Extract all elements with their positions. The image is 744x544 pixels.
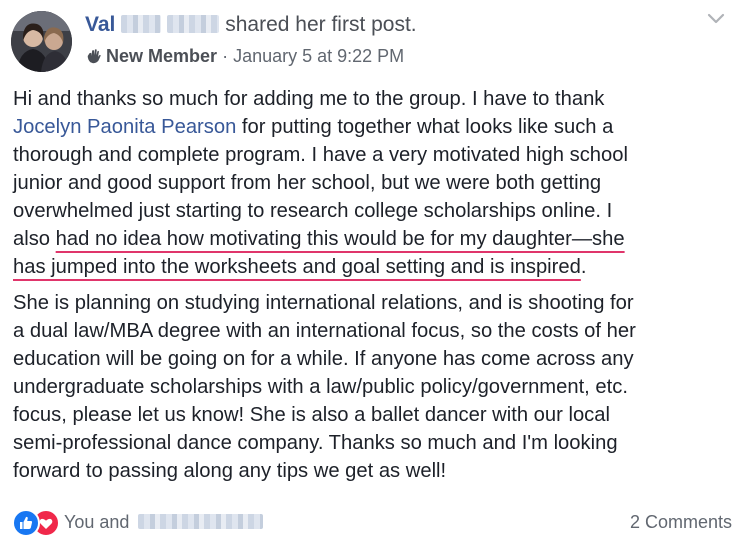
post-body: Hi and thanks so much for adding me to t…	[13, 85, 733, 485]
redacted-name-blur	[121, 15, 162, 33]
text-fragment: also	[13, 228, 56, 250]
post-timestamp[interactable]: January 5 at 9:22 PM	[233, 46, 404, 66]
post-meta: New Member · January 5 at 9:22 PM	[85, 43, 404, 69]
comments-count-link[interactable]: 2 Comments	[630, 511, 732, 533]
reactors-prefix: You and	[64, 512, 130, 532]
text-fragment: for putting together what looks like suc…	[236, 116, 614, 138]
text-line: Jocelyn Paonita Pearson for putting toge…	[13, 113, 733, 141]
post-paragraph: She is planning on studying internationa…	[13, 289, 733, 485]
chevron-down-icon[interactable]	[706, 12, 726, 26]
text-line: junior and good support from her school,…	[13, 172, 602, 194]
text-line: forward to passing along any tips we get…	[13, 460, 447, 482]
text-line: undergraduate scholarships with a law/pu…	[13, 376, 628, 398]
text-line: semi-professional dance company. Thanks …	[13, 432, 618, 454]
text-fragment: .	[580, 256, 587, 278]
text-line: Hi and thanks so much for adding me to t…	[13, 88, 605, 110]
underlined-text: has jumped into the worksheets and goal …	[13, 256, 581, 278]
text-line: also had no idea how motivating this wou…	[13, 225, 733, 253]
thumbs-up-icon	[12, 509, 40, 537]
author-avatar[interactable]	[11, 11, 72, 72]
mention-link[interactable]: Jocelyn Paonita Pearson	[13, 116, 236, 138]
meta-separator: ·	[222, 46, 229, 66]
member-badge: New Member	[106, 46, 218, 66]
text-line: focus, please let us know! She is also a…	[13, 404, 610, 426]
text-line: overwhelmed just starting to research co…	[13, 200, 613, 222]
author-name[interactable]: Val	[85, 13, 115, 36]
redacted-name-blur	[167, 15, 220, 33]
text-line: has jumped into the worksheets and goal …	[13, 253, 733, 281]
text-line: She is planning on studying internationa…	[13, 292, 634, 314]
text-line: thorough and complete program. I have a …	[13, 144, 628, 166]
post-header: Val shared her first post.	[85, 10, 417, 40]
text-line: a dual law/MBA degree with an internatio…	[13, 320, 636, 342]
redacted-reactor-blur	[138, 514, 264, 529]
underlined-text: had no idea how motivating this would be…	[55, 228, 625, 250]
reactors-link[interactable]: You and	[64, 511, 264, 533]
post-paragraph: Hi and thanks so much for adding me to t…	[13, 85, 733, 281]
post-action-text: shared her first post.	[225, 13, 417, 36]
post-footer: You and 2 Comments	[12, 508, 732, 538]
text-line: education will be going on for a while. …	[13, 348, 634, 370]
waving-hand-icon	[87, 49, 101, 64]
